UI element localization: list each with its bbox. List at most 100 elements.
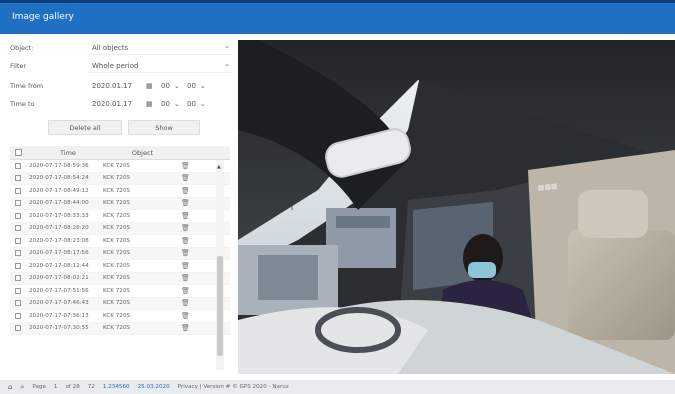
search-icon[interactable]: ⌕ bbox=[20, 383, 24, 392]
row-object: KCK 720S bbox=[103, 300, 130, 307]
trash-icon[interactable]: 🗑 bbox=[181, 249, 190, 257]
row-checkbox[interactable] bbox=[15, 312, 21, 319]
row-checkbox[interactable] bbox=[15, 200, 21, 207]
chevron-down-icon: ⌄ bbox=[224, 42, 230, 50]
table-row[interactable]: 2020-07-17-08:49:12 KCK 720S 🗑 bbox=[10, 185, 230, 198]
time-from-date-input[interactable]: 2020.01.17 bbox=[88, 79, 146, 93]
trash-icon[interactable]: 🗑 bbox=[181, 287, 190, 295]
row-object: KCK 720S bbox=[103, 312, 130, 319]
row-time: 2020-07-17-08:17:56 bbox=[29, 250, 89, 257]
time-to-date-input[interactable]: 2020.01.17 bbox=[88, 97, 146, 111]
row-time: 2020-07-17-07:36:13 bbox=[29, 312, 89, 319]
copyright-text: Privacy | Version # © GPS 2020 - Naruz bbox=[177, 384, 289, 390]
row-object: KCK 720S bbox=[103, 212, 130, 219]
trash-icon[interactable]: 🗑 bbox=[181, 299, 190, 307]
table-row[interactable]: 2020-07-17-07:46:43 KCK 720S 🗑 bbox=[10, 297, 230, 310]
table-row[interactable]: 2020-07-17-08:33:33 KCK 720S 🗑 bbox=[10, 210, 230, 223]
row-object: KCK 720S bbox=[103, 175, 130, 182]
table-row[interactable]: 2020-07-17-08:23:08 KCK 720S 🗑 bbox=[10, 235, 230, 248]
row-object: KCK 720S bbox=[103, 275, 130, 282]
table-row[interactable]: 2020-07-17-08:28:20 KCK 720S 🗑 bbox=[10, 222, 230, 235]
table-row[interactable]: 2020-07-17-08:02:21 KCK 720S 🗑 bbox=[10, 272, 230, 285]
table-scrollbar[interactable]: ▲ bbox=[216, 160, 224, 370]
row-checkbox[interactable] bbox=[15, 300, 21, 307]
trash-icon[interactable]: 🗑 bbox=[181, 237, 190, 245]
row-checkbox[interactable] bbox=[15, 325, 21, 332]
show-button[interactable]: Show bbox=[128, 120, 200, 135]
calendar-icon[interactable]: ▦ bbox=[146, 100, 158, 108]
trash-icon[interactable]: 🗑 bbox=[181, 262, 190, 270]
scrollbar-thumb[interactable] bbox=[217, 256, 223, 356]
calendar-icon[interactable]: ▦ bbox=[146, 82, 158, 90]
row-checkbox[interactable] bbox=[15, 225, 21, 232]
trash-icon[interactable]: 🗑 bbox=[181, 224, 190, 232]
row-object: KCK 720S bbox=[103, 287, 130, 294]
status-bar: ⌂ ⌕ Page 1 of 28 72 1.234560 25.03.2020 … bbox=[0, 380, 675, 394]
trash-icon[interactable]: 🗑 bbox=[181, 274, 190, 282]
camera-image: ▦▦▦ bbox=[238, 40, 675, 374]
table-row[interactable]: 2020-07-17-08:17:56 KCK 720S 🗑 bbox=[10, 247, 230, 260]
version-link[interactable]: 1.234560 bbox=[103, 384, 130, 390]
time-to-minute-select[interactable]: 00 ⌄ bbox=[184, 97, 210, 111]
per-page-select[interactable]: 72 bbox=[88, 384, 95, 390]
row-time: 2020-07-17-07:51:56 bbox=[29, 287, 89, 294]
page-label: Page bbox=[32, 384, 46, 390]
object-label: Object: bbox=[10, 44, 34, 52]
filter-panel: Object: All objects ⌄ Filter Whole perio… bbox=[0, 34, 238, 380]
row-checkbox[interactable] bbox=[15, 275, 21, 282]
table-row[interactable]: 2020-07-17-07:51:56 KCK 720S 🗑 bbox=[10, 285, 230, 298]
row-checkbox[interactable] bbox=[15, 162, 21, 169]
home-icon[interactable]: ⌂ bbox=[8, 383, 12, 391]
filter-select[interactable]: Whole period ⌄ bbox=[88, 59, 232, 73]
table-row[interactable]: 2020-07-17-07:36:13 KCK 720S 🗑 bbox=[10, 310, 230, 323]
chevron-down-icon: ⌄ bbox=[199, 82, 206, 90]
table-row[interactable]: 2020-07-17-08:59:36 KCK 720S 🗑 bbox=[10, 160, 230, 173]
chevron-down-icon: ⌄ bbox=[199, 100, 206, 108]
row-time: 2020-07-17-08:49:12 bbox=[29, 187, 89, 194]
table-row[interactable]: 2020-07-17-08:12:44 KCK 720S 🗑 bbox=[10, 260, 230, 273]
row-object: KCK 720S bbox=[103, 262, 130, 269]
trash-icon[interactable]: 🗑 bbox=[181, 212, 190, 220]
row-time: 2020-07-17-08:33:33 bbox=[29, 212, 89, 219]
filter-row: Filter Whole period ⌄ bbox=[10, 58, 232, 74]
row-checkbox[interactable] bbox=[15, 262, 21, 269]
trash-icon[interactable]: 🗑 bbox=[181, 187, 190, 195]
delete-all-button[interactable]: Delete all bbox=[48, 120, 122, 135]
time-from-minute-select[interactable]: 00 ⌄ bbox=[184, 79, 210, 93]
trash-icon[interactable]: 🗑 bbox=[181, 312, 190, 320]
row-time: 2020-07-17-08:28:20 bbox=[29, 225, 89, 232]
filter-label: Filter bbox=[10, 62, 27, 70]
object-select[interactable]: All objects ⌄ bbox=[88, 41, 232, 55]
page-number-input[interactable]: 1 bbox=[54, 384, 58, 390]
build-date: 25.03.2020 bbox=[137, 384, 170, 390]
row-checkbox[interactable] bbox=[15, 287, 21, 294]
row-checkbox[interactable] bbox=[15, 237, 21, 244]
row-checkbox[interactable] bbox=[15, 175, 21, 182]
chevron-down-icon: ⌄ bbox=[173, 100, 180, 108]
trash-icon[interactable]: 🗑 bbox=[181, 174, 190, 182]
column-header-object[interactable]: Object bbox=[132, 149, 153, 157]
row-time: 2020-07-17-08:23:08 bbox=[29, 237, 89, 244]
trash-icon[interactable]: 🗑 bbox=[181, 162, 190, 170]
trash-icon[interactable]: 🗑 bbox=[181, 324, 190, 332]
time-from-hour-select[interactable]: 00 ⌄ bbox=[158, 79, 184, 93]
row-object: KCK 720S bbox=[103, 237, 130, 244]
row-object: KCK 720S bbox=[103, 325, 130, 332]
row-object: KCK 720S bbox=[103, 200, 130, 207]
row-checkbox[interactable] bbox=[15, 187, 21, 194]
select-all-checkbox[interactable] bbox=[15, 149, 22, 156]
object-select-value: All objects bbox=[92, 43, 129, 52]
time-to-hour-select[interactable]: 00 ⌄ bbox=[158, 97, 184, 111]
table-row[interactable]: 2020-07-17-07:30:55 KCK 720S 🗑 bbox=[10, 322, 230, 335]
trash-icon[interactable]: 🗑 bbox=[181, 199, 190, 207]
row-object: KCK 720S bbox=[103, 225, 130, 232]
table-row[interactable]: 2020-07-17-08:54:24 KCK 720S 🗑 bbox=[10, 172, 230, 185]
time-to-label: Time to bbox=[10, 100, 35, 108]
time-from-label: Time from bbox=[10, 82, 44, 90]
row-checkbox[interactable] bbox=[15, 250, 21, 257]
row-object: KCK 720S bbox=[103, 162, 130, 169]
scroll-up-icon[interactable]: ▲ bbox=[217, 164, 221, 170]
row-checkbox[interactable] bbox=[15, 212, 21, 219]
table-row[interactable]: 2020-07-17-08:44:00 KCK 720S 🗑 bbox=[10, 197, 230, 210]
column-header-time[interactable]: Time bbox=[60, 149, 76, 157]
